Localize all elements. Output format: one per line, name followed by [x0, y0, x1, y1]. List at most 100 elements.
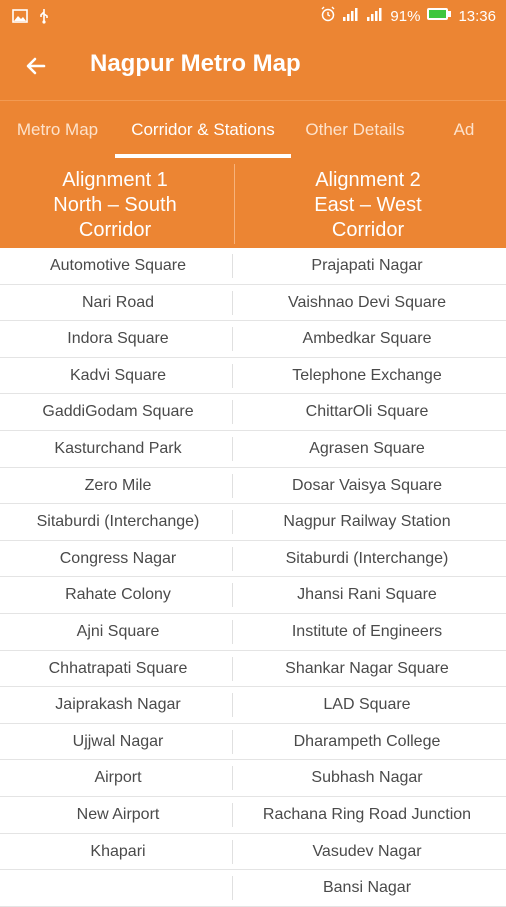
usb-icon	[38, 8, 50, 29]
station-cell-east-west: Telephone Exchange	[292, 366, 442, 384]
station-cell-east-west: Jhansi Rani Square	[297, 586, 437, 604]
station-cell-east-west: Sitaburdi (Interchange)	[285, 549, 449, 567]
page-title: Nagpur Metro Map	[90, 50, 301, 77]
station-cell-north-south: Kadvi Square	[69, 366, 167, 384]
column-divider	[232, 546, 233, 571]
tab-other-details[interactable]: Other Details	[291, 101, 419, 161]
tab-ad[interactable]: Ad	[425, 101, 503, 161]
table-row: Khapari Vasudev Nagar	[0, 834, 506, 871]
station-cell-north-south: Rahate Colony	[65, 586, 171, 604]
station-cell-east-west: Agrasen Square	[309, 439, 425, 457]
station-cell-east-west: Prajapati Nagar	[311, 257, 423, 274]
tab-bar: Metro Map Corridor & Stations Other Deta…	[0, 100, 506, 161]
station-cell-east-west: ChittarOli Square	[305, 403, 429, 421]
tab-metro-map[interactable]: Metro Map	[0, 101, 115, 161]
station-cell-north-south: Khapari	[90, 842, 146, 860]
station-cell-north-south: Jaiprakash Nagar	[55, 696, 181, 714]
column-divider	[232, 766, 233, 791]
column-divider	[232, 583, 233, 608]
column-divider	[232, 839, 233, 864]
station-cell-north-south: Ujjwal Nagar	[72, 732, 164, 750]
station-cell-east-west: Bansi Nagar	[322, 879, 412, 897]
table-row: Zero Mile Dosar Vaisya Square	[0, 468, 506, 505]
image-icon	[12, 9, 28, 28]
station-cell-north-south	[0, 870, 236, 906]
column-divider	[232, 802, 233, 827]
tab-indicator	[115, 154, 291, 158]
column-divider	[232, 290, 233, 315]
column-header-line: Alignment 2	[315, 169, 421, 191]
column-header-line: East – West	[314, 194, 422, 216]
column-divider	[232, 656, 233, 681]
column-divider	[232, 363, 233, 388]
header-divider	[234, 164, 235, 244]
signal-icon-2	[366, 7, 384, 25]
station-cell-east-west: Dharampeth College	[293, 732, 441, 750]
table-row: Jaiprakash Nagar LAD Square	[0, 687, 506, 724]
station-cell-north-south: GaddiGodam Square	[42, 403, 194, 421]
station-cell-north-south: Indora Square	[67, 330, 169, 348]
table-row: Bansi Nagar	[0, 870, 506, 907]
station-cell-east-west: Institute of Engineers	[291, 622, 443, 640]
station-cell-east-west: Nagpur Railway Station	[283, 513, 451, 531]
column-header-line: Corridor	[331, 219, 405, 241]
table-row: Rahate Colony Jhansi Rani Square	[0, 577, 506, 614]
column-divider	[232, 473, 233, 498]
tab-corridor-stations[interactable]: Corridor & Stations	[115, 101, 291, 161]
table-row: GaddiGodam Square ChittarOli Square	[0, 394, 506, 431]
station-cell-east-west: Rachana Ring Road Junction	[262, 805, 472, 823]
table-row: Indora Square Ambedkar Square	[0, 321, 506, 358]
clock-time: 13:36	[458, 7, 496, 25]
table-header: Alignment 1 North – South Corridor Align…	[0, 160, 506, 248]
table-row: Congress Nagar Sitaburdi (Interchange)	[0, 541, 506, 578]
column-header-alignment-2: Alignment 2 East – West Corridor	[250, 168, 486, 243]
arrow-left-icon[interactable]	[20, 50, 52, 82]
column-divider	[232, 729, 233, 754]
station-cell-north-south: Airport	[94, 769, 142, 787]
station-cell-north-south: Automotive Square	[49, 257, 187, 274]
column-divider	[232, 619, 233, 644]
column-divider	[232, 327, 233, 352]
station-table[interactable]: Automotive Square Prajapati Nagar Nari Roa…	[0, 248, 506, 907]
station-cell-north-south: Sitaburdi (Interchange)	[36, 513, 200, 531]
column-divider	[232, 400, 233, 425]
table-row: Kasturchand Park Agrasen Square	[0, 431, 506, 468]
station-cell-north-south: Ajni Square	[76, 622, 160, 640]
station-cell-north-south: Nari Road	[81, 293, 155, 311]
battery-percent: 91%	[390, 7, 421, 25]
battery-icon	[426, 7, 452, 25]
station-cell-east-west: Vasudev Nagar	[312, 842, 422, 860]
table-row: Ujjwal Nagar Dharampeth College	[0, 724, 506, 761]
table-row: Kadvi Square Telephone Exchange	[0, 358, 506, 395]
app-bar: Nagpur Metro Map	[0, 32, 506, 100]
signal-icon	[342, 7, 360, 25]
station-cell-east-west: Subhash Nagar	[311, 769, 423, 787]
column-divider	[232, 510, 233, 535]
station-cell-north-south: Chhatrapati Square	[48, 659, 188, 677]
station-cell-east-west: Ambedkar Square	[302, 330, 432, 348]
table-row: New Airport Rachana Ring Road Junction	[0, 797, 506, 834]
column-divider	[232, 876, 233, 901]
status-bar: 91% 13:36	[0, 0, 506, 32]
alarm-icon	[320, 6, 336, 26]
station-cell-east-west: Dosar Vaisya Square	[292, 476, 442, 494]
station-cell-east-west: Shankar Nagar Square	[285, 659, 449, 677]
table-row: Automotive Square Prajapati Nagar	[0, 248, 506, 285]
table-row: Chhatrapati Square Shankar Nagar Square	[0, 651, 506, 688]
column-divider	[232, 254, 233, 278]
column-divider	[232, 436, 233, 461]
table-row: Sitaburdi (Interchange) Nagpur Railway St…	[0, 504, 506, 541]
station-cell-north-south: Congress Nagar	[59, 549, 177, 567]
column-header-line: Alignment 1	[62, 169, 168, 191]
station-cell-east-west: LAD Square	[323, 696, 411, 714]
column-header-alignment-1: Alignment 1 North – South Corridor	[0, 168, 230, 243]
column-header-line: North – South	[53, 194, 177, 216]
column-header-line: Corridor	[78, 219, 152, 241]
table-row: Airport Subhash Nagar	[0, 760, 506, 797]
table-row: Ajni Square Institute of Engineers	[0, 614, 506, 651]
station-cell-north-south: Zero Mile	[84, 476, 152, 494]
table-row: Nari Road Vaishnao Devi Square	[0, 285, 506, 322]
column-divider	[232, 693, 233, 718]
station-cell-north-south: New Airport	[76, 805, 160, 823]
station-cell-east-west: Vaishnao Devi Square	[287, 293, 447, 311]
